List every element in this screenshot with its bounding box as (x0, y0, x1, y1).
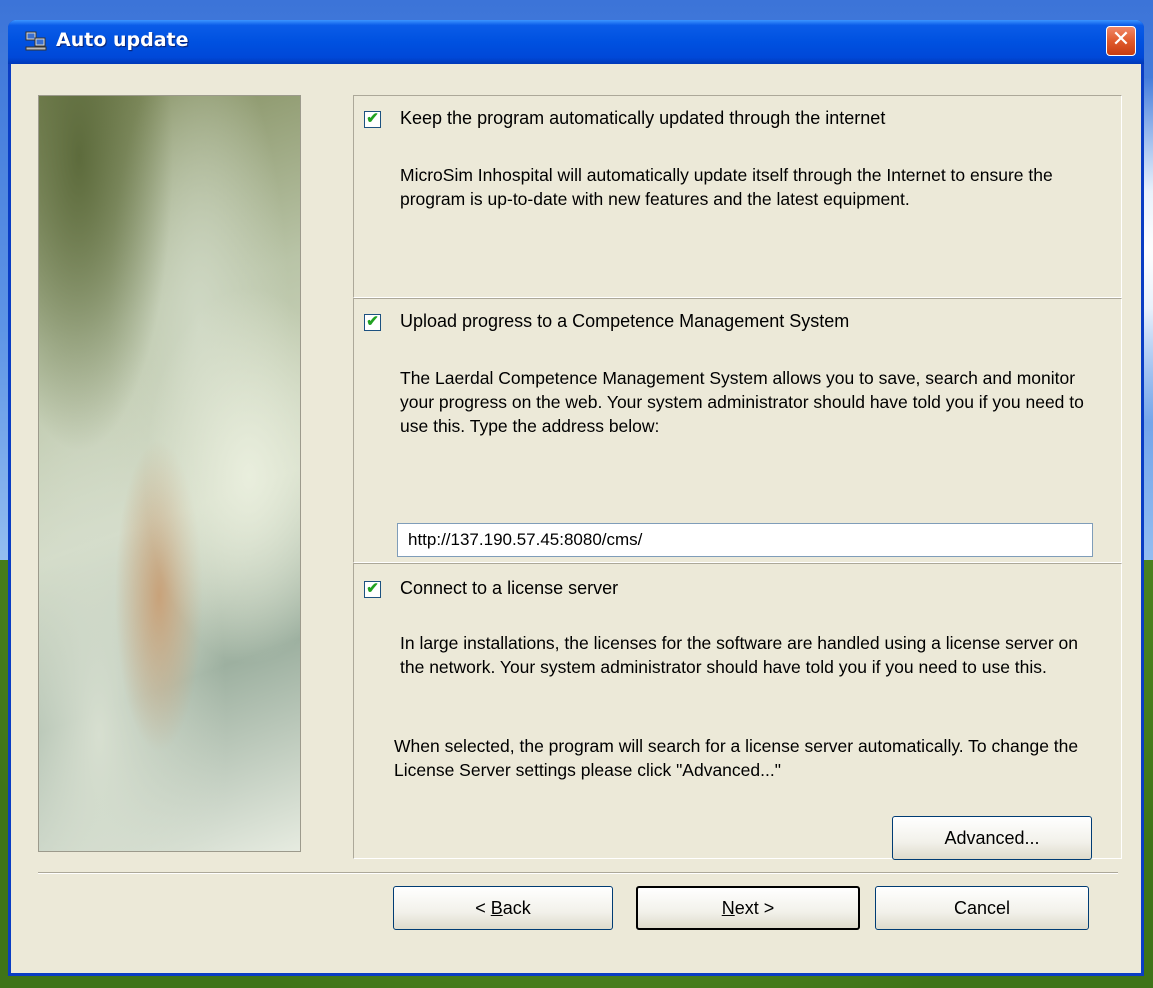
license-server-section: ✔ Connect to a license server In large i… (353, 563, 1122, 860)
check-mark-icon: ✔ (366, 580, 379, 597)
close-icon: ✕ (1111, 27, 1131, 52)
check-mark-icon: ✔ (366, 313, 379, 330)
next-mnemonic: N (721, 898, 735, 918)
button-separator (38, 872, 1118, 874)
side-banner-image (38, 95, 301, 852)
auto-update-dialog: Auto update ✕ ✔ Keep the program automat… (8, 20, 1144, 976)
back-label-rest: ack (502, 898, 531, 918)
advanced-button[interactable]: Advanced... (892, 816, 1092, 860)
next-label-rest: ext > (734, 898, 775, 918)
auto-update-section: ✔ Keep the program automatically updated… (353, 95, 1122, 298)
cms-upload-label[interactable]: Upload progress to a Competence Manageme… (400, 311, 849, 332)
cancel-button[interactable]: Cancel (875, 886, 1089, 930)
license-server-note: When selected, the program will search f… (394, 736, 1079, 780)
license-server-description: In large installations, the licenses for… (400, 633, 1079, 677)
cms-address-input[interactable]: http://137.190.57.45:8080/cms/ (397, 523, 1093, 557)
cms-upload-section: ✔ Upload progress to a Competence Manage… (353, 298, 1122, 563)
license-server-label[interactable]: Connect to a license server (400, 578, 618, 599)
window-title: Auto update (56, 29, 189, 51)
auto-update-label[interactable]: Keep the program automatically updated t… (400, 108, 885, 129)
next-button[interactable]: Next > (636, 886, 860, 930)
auto-update-description: MicroSim Inhospital will automatically u… (400, 165, 1053, 209)
auto-update-checkbox[interactable]: ✔ (364, 111, 381, 128)
back-mnemonic: B (490, 898, 503, 918)
cms-upload-description: The Laerdal Competence Management System… (400, 368, 1084, 436)
title-bar[interactable]: Auto update ✕ (8, 20, 1144, 64)
back-prefix: < (475, 898, 491, 918)
license-server-checkbox[interactable]: ✔ (364, 581, 381, 598)
network-computer-icon (25, 31, 47, 51)
close-button[interactable]: ✕ (1106, 26, 1136, 56)
check-mark-icon: ✔ (366, 110, 379, 127)
back-button[interactable]: < Back (393, 886, 613, 930)
cms-upload-checkbox[interactable]: ✔ (364, 314, 381, 331)
